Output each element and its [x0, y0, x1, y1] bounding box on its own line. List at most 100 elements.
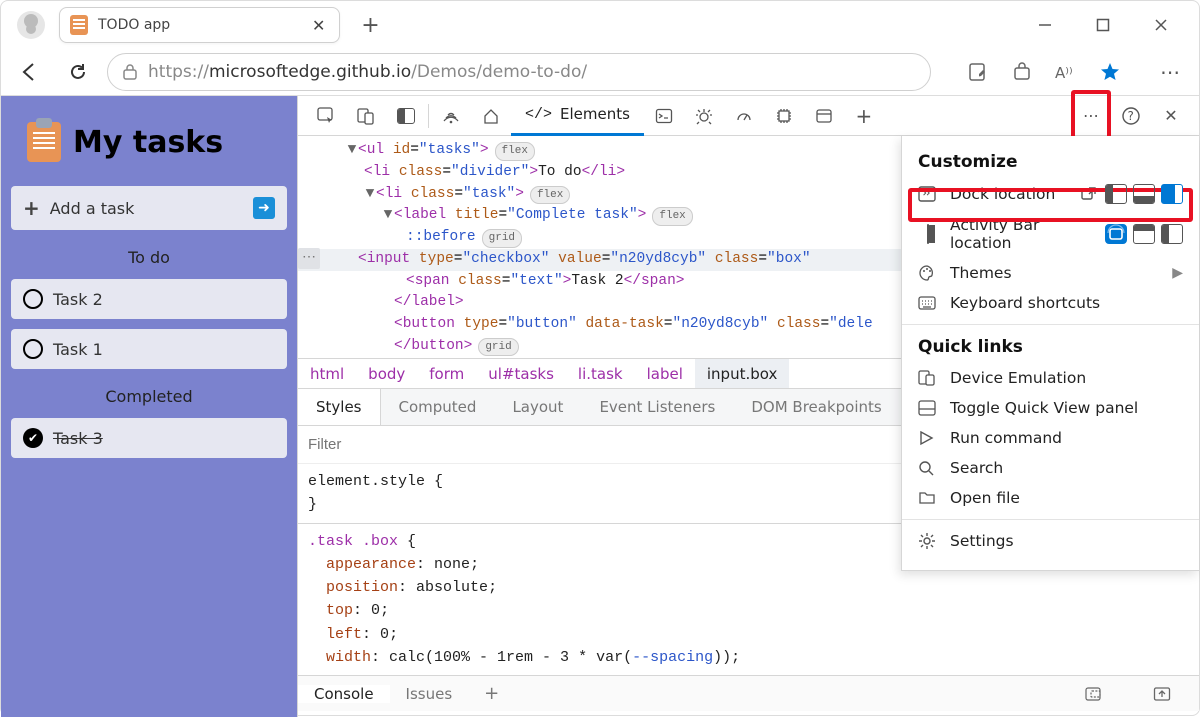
tab-title: TODO app [98, 17, 298, 33]
plus-icon: + [23, 196, 40, 220]
completed-heading: Completed [11, 387, 287, 406]
drawer-tab[interactable]: Console [298, 685, 390, 703]
sources-bug-icon[interactable] [684, 96, 724, 136]
minimize-button[interactable] [1033, 13, 1057, 37]
checkbox-icon[interactable] [23, 289, 43, 309]
shortcuts-row[interactable]: Keyboard shortcuts [902, 288, 1199, 318]
address-bar[interactable]: https://microsoftedge.github.io/Demos/de… [107, 53, 931, 91]
drawer-errors-icon[interactable] [1069, 686, 1119, 702]
search-row[interactable]: Search [902, 453, 1199, 483]
add-task-label: Add a task [50, 199, 135, 218]
submit-arrow-icon[interactable]: ➜ [253, 197, 275, 219]
crumb[interactable]: li.task [566, 365, 635, 383]
dock-right-icon[interactable] [1161, 184, 1183, 204]
activity-default-icon[interactable] [1105, 224, 1127, 244]
device-toggle-icon[interactable] [346, 96, 386, 136]
popup-heading: Customize [902, 146, 1199, 178]
favorite-star-icon[interactable] [1099, 61, 1121, 83]
url-text: https://microsoftedge.github.io/Demos/de… [148, 62, 916, 82]
svg-text:?: ? [1128, 109, 1134, 123]
maximize-button[interactable] [1091, 13, 1115, 37]
add-task-input[interactable]: + Add a task ➜ [11, 186, 287, 230]
checkbox-icon[interactable] [23, 339, 43, 359]
read-aloud-icon[interactable]: A⁾⁾ [1055, 61, 1077, 83]
styles-tab[interactable]: DOM Breakpoints [733, 389, 899, 425]
elements-tab[interactable]: </>Elements [511, 96, 644, 136]
crumb[interactable]: html [298, 365, 356, 383]
customize-devtools-button[interactable]: ⋯ [1079, 96, 1103, 136]
task-item[interactable]: Task 1 [11, 329, 287, 369]
task-label: Task 1 [53, 340, 103, 359]
highlight-frame: ⋯ [1071, 90, 1111, 142]
run-command-row[interactable]: Run command [902, 423, 1199, 453]
welcome-icon[interactable] [471, 96, 511, 136]
page-title: My tasks [73, 125, 223, 160]
performance-icon[interactable] [724, 96, 764, 136]
task-item[interactable]: Task 3 [11, 418, 287, 458]
close-tab-icon[interactable]: ✕ [308, 16, 329, 35]
dock-undock-icon[interactable] [1079, 184, 1099, 204]
back-button[interactable] [11, 53, 49, 91]
styles-tab[interactable]: Styles [298, 389, 381, 425]
activity-left-icon[interactable] [1161, 224, 1183, 244]
inspect-icon[interactable] [306, 96, 346, 136]
close-window-button[interactable] [1149, 13, 1173, 37]
edit-page-icon[interactable] [967, 61, 989, 83]
todo-heading: To do [11, 248, 287, 267]
console-icon[interactable] [644, 96, 684, 136]
activity-icon [918, 225, 938, 243]
row-label: Run command [950, 429, 1183, 447]
themes-row[interactable]: Themes ▶ [902, 258, 1199, 288]
quickview-row[interactable]: Toggle Quick View panel [902, 393, 1199, 423]
shopping-icon[interactable] [1011, 61, 1033, 83]
styles-tab[interactable]: Computed [381, 389, 495, 425]
crumb-current[interactable]: input.box [695, 359, 789, 388]
open-file-row[interactable]: Open file [902, 483, 1199, 513]
activity-bar-row[interactable]: Activity Bar location [902, 210, 1199, 258]
refresh-button[interactable] [59, 53, 97, 91]
checkbox-checked-icon[interactable] [23, 428, 43, 448]
keyboard-icon [918, 296, 938, 310]
drawer-expand-icon[interactable] [1137, 686, 1187, 702]
row-label: Activity Bar location [950, 216, 1093, 252]
dock-icon [918, 186, 938, 202]
activity-top-icon[interactable] [1133, 224, 1155, 244]
dock-location-row[interactable]: Dock location [902, 178, 1199, 210]
row-label: Search [950, 459, 1183, 477]
memory-icon[interactable] [764, 96, 804, 136]
settings-row[interactable]: Settings [902, 526, 1199, 556]
row-label: Toggle Quick View panel [950, 399, 1183, 417]
drawer: Console Issues + [298, 675, 1199, 711]
selected-row-menu-icon[interactable]: ⋯ [298, 248, 320, 269]
activity-left-icon[interactable] [386, 96, 426, 136]
play-icon [918, 430, 938, 446]
drawer-tab[interactable]: Issues [390, 685, 469, 703]
task-label: Task 3 [53, 429, 103, 448]
toolbar: https://microsoftedge.github.io/Demos/de… [1, 49, 1199, 95]
crumb[interactable]: form [417, 365, 476, 383]
crumb[interactable]: label [635, 365, 695, 383]
row-label: Keyboard shortcuts [950, 294, 1183, 312]
panel-icon [918, 400, 938, 416]
network-icon[interactable] [431, 96, 471, 136]
application-icon[interactable] [804, 96, 844, 136]
dock-bottom-icon[interactable] [1133, 184, 1155, 204]
crumb[interactable]: body [356, 365, 417, 383]
drawer-add-icon[interactable]: + [468, 683, 515, 704]
styles-tab[interactable]: Event Listeners [581, 389, 733, 425]
new-tab-button[interactable]: + [350, 7, 390, 43]
task-item[interactable]: Task 2 [11, 279, 287, 319]
browser-tab[interactable]: TODO app ✕ [59, 7, 340, 43]
crumb[interactable]: ul#tasks [476, 365, 566, 383]
dock-left-icon[interactable] [1105, 184, 1127, 204]
help-icon[interactable]: ? [1111, 96, 1151, 136]
more-tabs-plus-icon[interactable]: + [844, 96, 884, 136]
styles-tab[interactable]: Layout [494, 389, 581, 425]
device-emulation-row[interactable]: Device Emulation [902, 363, 1199, 393]
settings-more-button[interactable]: ⋯ [1151, 53, 1189, 91]
svg-text:A⁾⁾: A⁾⁾ [1055, 64, 1073, 82]
customize-popup: Customize Dock location Activity Bar loc… [901, 136, 1199, 571]
close-devtools-icon[interactable]: ✕ [1151, 96, 1191, 136]
profile-avatar[interactable] [17, 11, 45, 39]
chevron-right-icon: ▶ [1172, 265, 1183, 281]
